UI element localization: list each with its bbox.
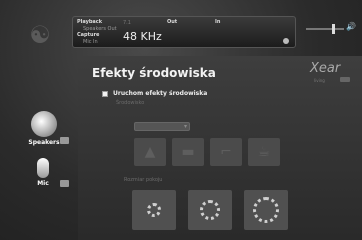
sample-rate: 48 KHz (123, 30, 162, 43)
chevron-down-icon: ▾ (183, 123, 187, 130)
volume-track[interactable] (306, 28, 344, 30)
volume-thumb[interactable] (332, 24, 335, 34)
preset-pipe[interactable]: ⌐ (210, 138, 242, 166)
room-size-large[interactable] (244, 190, 288, 230)
volume-slider[interactable]: 🔊 (306, 22, 356, 34)
playback-channels: 7.1 (123, 20, 131, 26)
mic-settings-icon[interactable] (60, 180, 69, 187)
in-label: In (215, 19, 221, 25)
capture-device: Mic In (83, 39, 98, 45)
app-logo-icon: ☯ (29, 21, 51, 49)
device-speakers[interactable]: Speakers (26, 111, 69, 146)
app-window: ☯ Playback Speakers Out 7.1 Capture Mic … (0, 0, 362, 240)
environment-label: Środowisko (116, 100, 145, 106)
enable-effects-row[interactable]: Uruchom efekty środowiska (102, 90, 207, 97)
preset-mug[interactable]: ☕ (248, 138, 280, 166)
enable-effects-label[interactable]: Uruchom efekty środowiska (113, 90, 207, 97)
speaker-settings-icon[interactable] (60, 137, 69, 144)
forest-icon: ▲ (144, 144, 156, 160)
mug-icon: ☕ (257, 144, 271, 160)
out-label: Out (167, 19, 178, 25)
settings-icon[interactable] (283, 38, 289, 44)
brand-badge (340, 77, 350, 82)
medium-room-icon (200, 200, 220, 220)
environment-panel: Efekty środowiska Xear living Uruchom ef… (78, 56, 362, 240)
room-size-small[interactable] (132, 190, 176, 230)
small-room-icon (147, 203, 161, 217)
device-mic[interactable]: Mic (30, 158, 69, 187)
environment-select[interactable]: ▾ (134, 122, 190, 131)
preset-forest[interactable]: ▲ (134, 138, 166, 166)
enable-effects-checkbox[interactable] (102, 90, 108, 97)
environment-presets: ▲ ▬ ⌐ ☕ (134, 138, 280, 166)
device-label: Mic (37, 180, 49, 187)
room-size-medium[interactable] (188, 190, 232, 230)
pipe-icon: ⌐ (220, 144, 232, 160)
speaker-icon (31, 111, 57, 137)
brand-logo: Xear (310, 61, 341, 76)
status-display: Playback Speakers Out 7.1 Capture Mic In… (72, 16, 296, 48)
brand-sub: living (314, 78, 325, 83)
room-size-label: Rozmiar pokoju (124, 177, 163, 183)
volume-icon[interactable]: 🔊 (346, 22, 356, 31)
page-title: Efekty środowiska (92, 66, 216, 80)
large-room-icon (253, 197, 279, 223)
device-label: Speakers (28, 139, 60, 146)
mic-icon (37, 158, 49, 178)
bathroom-icon: ▬ (181, 144, 195, 160)
capture-label: Capture (77, 32, 100, 38)
room-size-options (132, 190, 288, 230)
playback-label: Playback (77, 19, 103, 25)
preset-bathroom[interactable]: ▬ (172, 138, 204, 166)
